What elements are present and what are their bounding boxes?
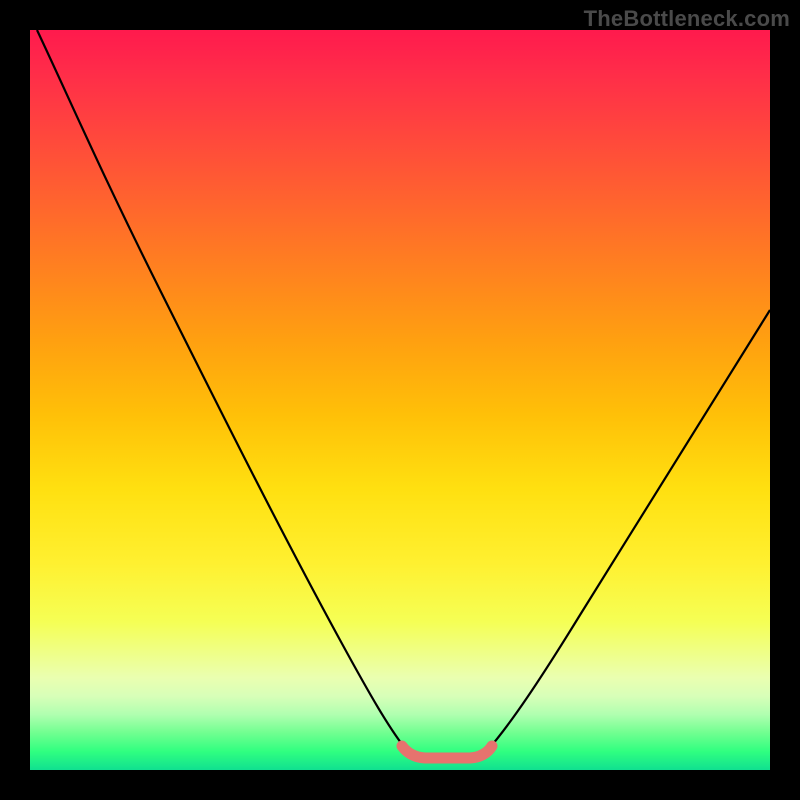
valley-accent-segment	[402, 746, 492, 758]
chart-frame: TheBottleneck.com	[0, 0, 800, 800]
watermark-text: TheBottleneck.com	[584, 6, 790, 32]
curve-layer	[30, 30, 770, 770]
bottleneck-curve-right	[486, 310, 770, 752]
bottleneck-curve-left	[37, 30, 408, 752]
